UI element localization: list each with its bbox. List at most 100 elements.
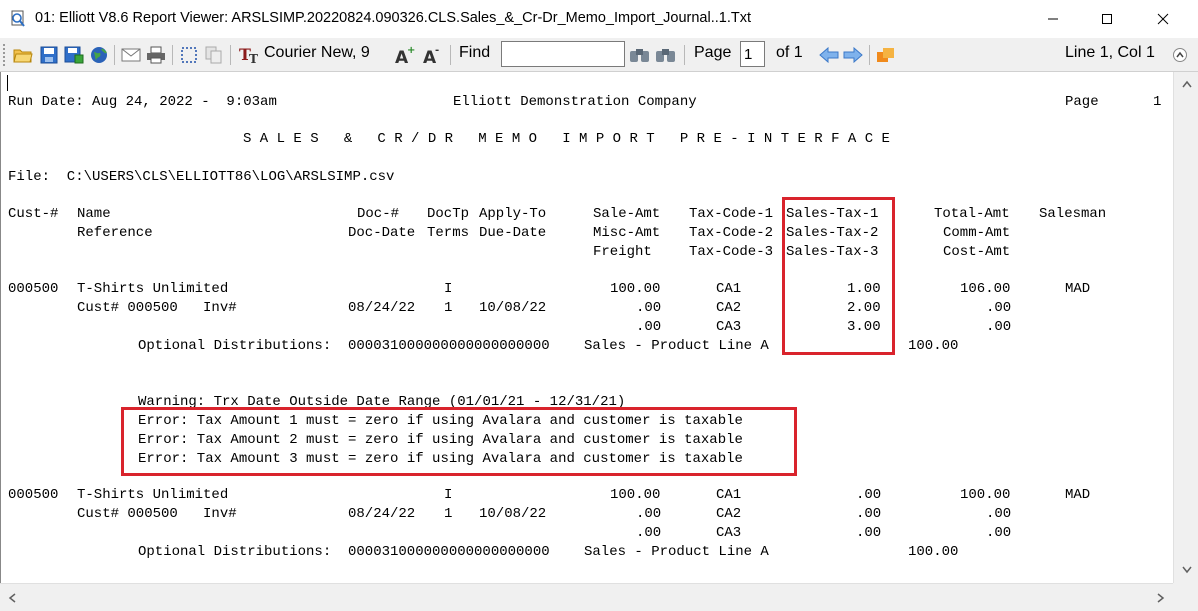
scroll-up-button[interactable] [1179,76,1194,91]
col-doc-no: Doc-# [357,206,400,222]
col-comm-amt: Comm-Amt [943,225,1011,241]
dist-label: Optional Distributions: [138,544,332,560]
file-path: File: C:\USERS\CLS\ELLIOTT86\LOG\ARSLSIM… [8,169,395,185]
printer-icon [147,46,165,64]
save-all-button[interactable] [63,43,85,67]
col-tax-code-2: Tax-Code-2 [689,225,774,241]
record-doctp: I [444,487,453,503]
window-title: 01: Elliott V8.6 Report Viewer: ARSLSIMP… [35,10,751,26]
page-header-label: Page [1065,94,1099,110]
copy-icon [205,46,222,64]
col-salesman: Salesman [1039,206,1107,222]
open-button[interactable] [12,43,34,67]
col-name: Name [77,206,111,222]
dist-label: Optional Distributions: [138,338,332,354]
save-button[interactable] [38,43,60,67]
next-page-button[interactable] [842,43,864,67]
col-total-amt: Total-Amt [934,206,1010,222]
col-apply-to: Apply-To [479,206,547,222]
scroll-left-button[interactable] [4,590,19,605]
find-next-button[interactable] [654,43,678,67]
globe-icon [91,47,107,63]
svg-text:T: T [249,52,258,65]
col-terms: Terms [427,225,470,241]
col-tax-code-1: Tax-Code-1 [689,206,774,222]
title-bar: 01: Elliott V8.6 Report Viewer: ARSLSIMP… [0,0,1198,38]
record-comm-amt: .00 [986,300,1012,316]
minimize-button[interactable] [1030,0,1076,38]
record-cost-amt: .00 [986,319,1012,335]
maximize-button[interactable] [1084,0,1130,38]
company-name: Elliott Demonstration Company [453,94,697,110]
scroll-down-button[interactable] [1179,562,1194,577]
find-label: Find [459,44,491,61]
col-due-date: Due-Date [479,225,547,241]
horizontal-scrollbar[interactable] [0,583,1173,611]
col-misc-amt: Misc-Amt [593,225,661,241]
decrease-font-button[interactable]: A- [421,43,445,67]
record-terms: 1 [444,300,453,316]
select-all-button[interactable] [178,43,200,67]
record-tax-code-1: CA1 [716,281,742,297]
font-button[interactable]: TT [238,43,262,67]
record-name: T-Shirts Unlimited [77,281,229,297]
svg-text:-: - [435,45,439,56]
record-tax-code-3: CA3 [716,319,742,335]
find-input[interactable] [501,41,625,67]
font-label[interactable]: Courier New, 9 [264,44,370,62]
col-cost-amt: Cost-Amt [943,244,1011,260]
save-icon [40,46,58,64]
minimize-icon [1048,18,1058,20]
font-increase-icon: A+ [395,45,415,65]
record-sales-tax-3: .00 [856,525,882,541]
find-prev-button[interactable] [628,43,652,67]
increase-font-button[interactable]: A + [393,43,417,67]
col-freight: Freight [593,244,652,260]
record-doc-date: 08/24/22 [348,300,416,316]
col-tax-code-3: Tax-Code-3 [689,244,774,260]
dist-account: 000031000000000000000000 [348,544,550,560]
run-date: Run Date: Aug 24, 2022 - 9:03am [8,94,277,110]
record-due-date: 10/08/22 [479,506,547,522]
record-reference: Cust# 000500 Inv# [77,300,237,316]
sales-tax-highlight-box [782,197,895,355]
dist-account: 000031000000000000000000 [348,338,550,354]
record-cost-amt: .00 [986,525,1012,541]
record-salesman: MAD [1065,487,1091,503]
record-doctp: I [444,281,453,297]
binoculars-icon [630,49,649,62]
page-input[interactable] [740,41,765,67]
record-total-amt: 106.00 [960,281,1011,297]
copy-button[interactable] [203,43,225,67]
web-button[interactable] [88,43,110,67]
email-button[interactable] [120,43,142,67]
record-freight: .00 [636,525,662,541]
vertical-scrollbar[interactable] [1173,72,1198,583]
print-button[interactable] [145,43,167,67]
binoculars-next-icon [656,49,675,62]
page-header-number: 1 [1153,94,1162,110]
dist-description: Sales - Product Line A [584,338,769,354]
close-button[interactable] [1140,0,1186,38]
toolbar-overflow-button[interactable] [1170,43,1190,67]
record-misc-amt: .00 [636,506,662,522]
record-cust-no: 000500 [8,487,59,503]
font-icon: TT [239,45,258,65]
dist-amount: 100.00 [908,544,959,560]
email-icon [121,48,141,62]
font-decrease-icon: A- [423,45,439,65]
dist-amount: 100.00 [908,338,959,354]
previous-page-button[interactable] [818,43,840,67]
col-cust-no: Cust-# [8,206,59,222]
page-count: of 1 [776,44,803,61]
toolbar-grip[interactable] [3,44,5,66]
dist-description: Sales - Product Line A [584,544,769,560]
report-view[interactable]: Run Date: Aug 24, 2022 - 9:03am Elliott … [0,72,1173,583]
record-sale-amt: 100.00 [610,281,661,297]
col-reference: Reference [77,225,153,241]
record-comm-amt: .00 [986,506,1012,522]
scroll-right-button[interactable] [1153,590,1168,605]
record-reference: Cust# 000500 Inv# [77,506,237,522]
record-total-amt: 100.00 [960,487,1011,503]
export-button[interactable] [874,43,898,67]
